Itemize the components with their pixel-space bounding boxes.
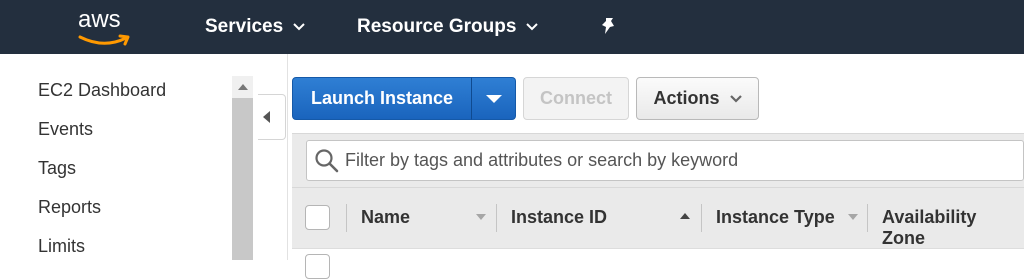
chevron-down-icon — [729, 94, 742, 103]
sidebar-item-limits[interactable]: Limits — [38, 236, 85, 257]
top-navigation-bar: aws Services Resource Groups — [0, 0, 1024, 54]
select-all-checkbox[interactable] — [305, 205, 330, 230]
sidebar-item-tags[interactable]: Tags — [38, 158, 76, 179]
filter-placeholder-text: Filter by tags and attributes or search … — [345, 150, 739, 170]
chevron-down-icon — [293, 23, 305, 31]
chevron-left-icon — [263, 111, 270, 123]
column-divider[interactable] — [867, 204, 868, 232]
column-header-name[interactable]: Name — [361, 207, 410, 228]
launch-instance-button[interactable]: Launch Instance — [292, 77, 472, 120]
column-divider[interactable] — [496, 204, 497, 232]
launch-instance-dropdown-button[interactable] — [471, 77, 516, 120]
column-divider[interactable] — [701, 204, 702, 232]
sort-down-icon[interactable] — [848, 214, 858, 220]
aws-logo[interactable]: aws — [78, 6, 136, 48]
table-row[interactable] — [292, 248, 1024, 260]
aws-smile-icon — [78, 34, 130, 46]
row-checkbox[interactable] — [305, 254, 330, 279]
resource-groups-label: Resource Groups — [357, 16, 517, 37]
services-label: Services — [205, 16, 284, 37]
services-menu[interactable]: Services — [205, 16, 305, 38]
pin-icon[interactable] — [598, 16, 620, 38]
content-divider — [287, 54, 288, 260]
actions-label: Actions — [653, 88, 720, 108]
search-icon — [315, 149, 339, 173]
sort-down-icon[interactable] — [476, 214, 486, 220]
column-divider[interactable] — [346, 204, 347, 232]
caret-down-icon — [485, 94, 502, 103]
column-header-instance-id[interactable]: Instance ID — [511, 207, 607, 228]
collapse-sidebar-toggle[interactable] — [258, 94, 286, 140]
aws-logo-text: aws — [78, 6, 121, 33]
connect-button[interactable]: Connect — [523, 77, 629, 120]
column-header-availability-zone[interactable]: Availability Zone — [882, 207, 1024, 249]
sort-up-icon[interactable] — [680, 213, 690, 219]
resource-groups-menu[interactable]: Resource Groups — [357, 16, 539, 38]
sidebar-item-reports[interactable]: Reports — [38, 197, 101, 218]
column-header-instance-type[interactable]: Instance Type — [716, 207, 835, 228]
scroll-up-arrow-icon[interactable] — [232, 76, 253, 98]
sidebar-item-ec2-dashboard[interactable]: EC2 Dashboard — [38, 80, 166, 101]
sidebar: EC2 Dashboard Events Tags Reports Limits — [0, 54, 232, 260]
actions-button[interactable]: Actions — [636, 77, 759, 120]
chevron-down-icon — [526, 23, 539, 31]
sidebar-item-events[interactable]: Events — [38, 119, 93, 140]
sidebar-scrollbar[interactable] — [232, 76, 253, 260]
